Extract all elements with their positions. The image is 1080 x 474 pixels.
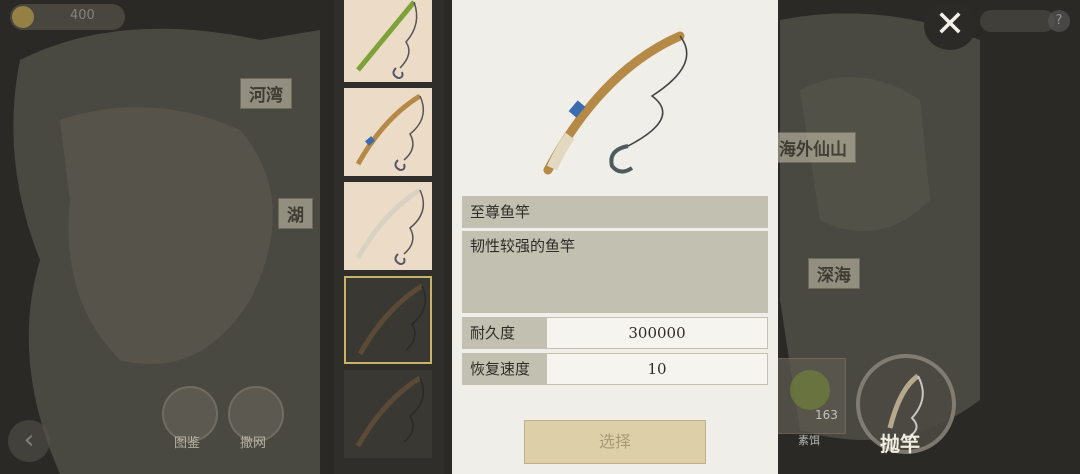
rod-item-bamboo[interactable] [344,0,432,82]
rod-description: 韧性较强的鱼竿 [462,231,768,313]
rod-detail-panel: 至尊鱼竿 韧性较强的鱼竿 耐久度 300000 恢复速度 10 选择 [452,0,778,474]
map-label-immortal-mountain[interactable]: 海外仙山 [770,132,856,163]
stat-label: 耐久度 [463,318,547,348]
catalog-button-label: 图鉴 [174,436,201,451]
stat-label: 恢复速度 [463,354,547,384]
supreme-rod-icon [355,93,425,172]
locked-rod-icon [357,283,427,356]
resource-bar [980,10,1055,32]
rod-name: 至尊鱼竿 [462,196,768,228]
net-button-label: 撒网 [240,436,267,451]
coin-icon [12,6,34,28]
coin-amount: 400 [70,8,95,23]
bait-label: 素饵 [798,434,820,447]
bait-count: 163 [815,408,838,422]
white-rod-icon [355,187,425,266]
back-arrow-icon[interactable]: ‹ [8,420,50,462]
stat-value: 10 [647,360,667,378]
map-label-river-bend[interactable]: 河湾 [240,78,292,109]
rod-item-supreme[interactable] [344,88,432,176]
select-button[interactable]: 选择 [524,420,706,464]
rod-item-locked[interactable] [344,370,432,458]
bait-icon [790,370,830,410]
stat-value: 300000 [628,324,686,342]
locked-rod-icon [355,375,425,448]
rod-list [334,0,444,474]
map-label-lake[interactable]: 湖 [278,198,313,229]
close-icon[interactable]: ✕ [924,2,976,50]
rod-item-locked-selected[interactable] [344,276,432,364]
cast-button-label: 抛竿 [880,432,920,456]
fishing-rod-icon [543,31,688,175]
stat-row-durability: 耐久度 300000 [462,317,768,349]
stat-row-recovery: 恢复速度 10 [462,353,768,385]
help-icon[interactable]: ? [1048,10,1070,32]
rod-item-white[interactable] [344,182,432,270]
bamboo-rod-icon [356,0,418,80]
map-label-deep-sea[interactable]: 深海 [808,258,860,289]
